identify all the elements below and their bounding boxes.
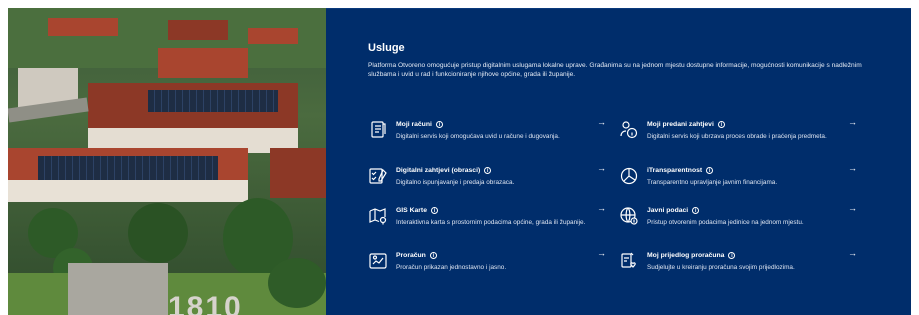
service-name: Digitalni zahtjevi (obrasci) i (396, 167, 492, 174)
info-icon[interactable]: i (692, 207, 700, 214)
info-icon[interactable]: i (430, 207, 438, 214)
service-card-moji-racuni[interactable]: Moji računi i Digitalni servis koji omogu… (368, 117, 613, 160)
service-description: Digitalno ispunjavanje i predaja obrazac… (396, 179, 515, 186)
service-card-digitalni-zahtjevi[interactable]: Digitalni zahtjevi (obrasci) i Digitalno … (368, 163, 613, 206)
arrow-right-icon[interactable]: → (597, 203, 606, 213)
service-description: Digitalni servis koji omogućava uvid u r… (396, 133, 560, 140)
service-name: iTransparentnost i (647, 167, 714, 174)
service-name: Moji predani zahtjevi i (647, 121, 725, 128)
service-name: Javni podaci i (647, 207, 700, 214)
info-icon[interactable]: i (706, 167, 714, 174)
info-icon[interactable]: i (429, 252, 437, 259)
map-pin-icon (368, 206, 388, 226)
arrow-right-icon[interactable]: → (848, 117, 857, 127)
service-name: GIS Karte i (396, 207, 438, 214)
service-card-proracun[interactable]: Proračun i Proračun prikazan jednostavno … (368, 248, 613, 291)
service-card-itransparentnost[interactable]: iTransparentnost i Transparentno upravlja… (619, 163, 864, 206)
user-info-icon (619, 120, 639, 140)
pie-chart-icon (619, 166, 639, 186)
info-icon[interactable]: i (435, 121, 443, 128)
budget-chart-icon (368, 251, 388, 271)
section-intro: Platforma Otvoreno omogućuje pristup dig… (368, 62, 862, 78)
service-description: Proračun prikazan jednostavno i jasno. (396, 264, 507, 271)
service-card-gis-karte[interactable]: GIS Karte i Interaktivna karta s prostorn… (368, 203, 613, 246)
service-description: Digitalni servis koji ubrzava proces obr… (647, 133, 827, 140)
arrow-right-icon[interactable]: → (848, 203, 857, 213)
service-description: Sudjelujte u kreiranju proračuna svojim … (647, 264, 795, 271)
info-icon[interactable]: i (728, 252, 736, 259)
town-sign-letters: 1810 (168, 291, 243, 315)
arrow-right-icon[interactable]: → (597, 163, 606, 173)
service-description: Transparentno upravljanje javnim financi… (647, 179, 778, 186)
arrow-right-icon[interactable]: → (597, 248, 606, 258)
town-aerial-photo: 1810 (8, 8, 326, 315)
service-name: Moj prijedlog proračuna i (647, 252, 736, 259)
arrow-right-icon[interactable]: → (597, 117, 606, 127)
proposal-heart-icon (619, 251, 639, 271)
form-checklist-icon (368, 166, 388, 186)
service-description: Pristup otvorenim podacima jedinice na j… (647, 219, 804, 226)
service-card-moji-predani-zahtjevi[interactable]: Moji predani zahtjevi i Digitalni servis … (619, 117, 864, 160)
services-panel: Usluge Platforma Otvoreno omogućuje pris… (326, 8, 911, 315)
service-card-javni-podaci[interactable]: Javni podaci i Pristup otvorenim podacima… (619, 203, 864, 246)
invoice-icon (368, 120, 388, 140)
panel-top-border (326, 8, 911, 9)
section-title: Usluge (368, 42, 405, 54)
service-description: Interaktivna karta s prostornim podacima… (396, 219, 586, 226)
open-data-icon (619, 206, 639, 226)
arrow-right-icon[interactable]: → (848, 248, 857, 258)
info-icon[interactable]: i (717, 121, 725, 128)
service-name: Proračun i (396, 252, 437, 259)
info-icon[interactable]: i (484, 167, 492, 174)
service-card-moj-prijedlog-proracuna[interactable]: Moj prijedlog proračuna i Sudjelujte u kr… (619, 248, 864, 291)
arrow-right-icon[interactable]: → (848, 163, 857, 173)
service-name: Moji računi i (396, 121, 443, 128)
page: 1810 Usluge Platforma Otvoreno omogućuje… (0, 0, 919, 315)
